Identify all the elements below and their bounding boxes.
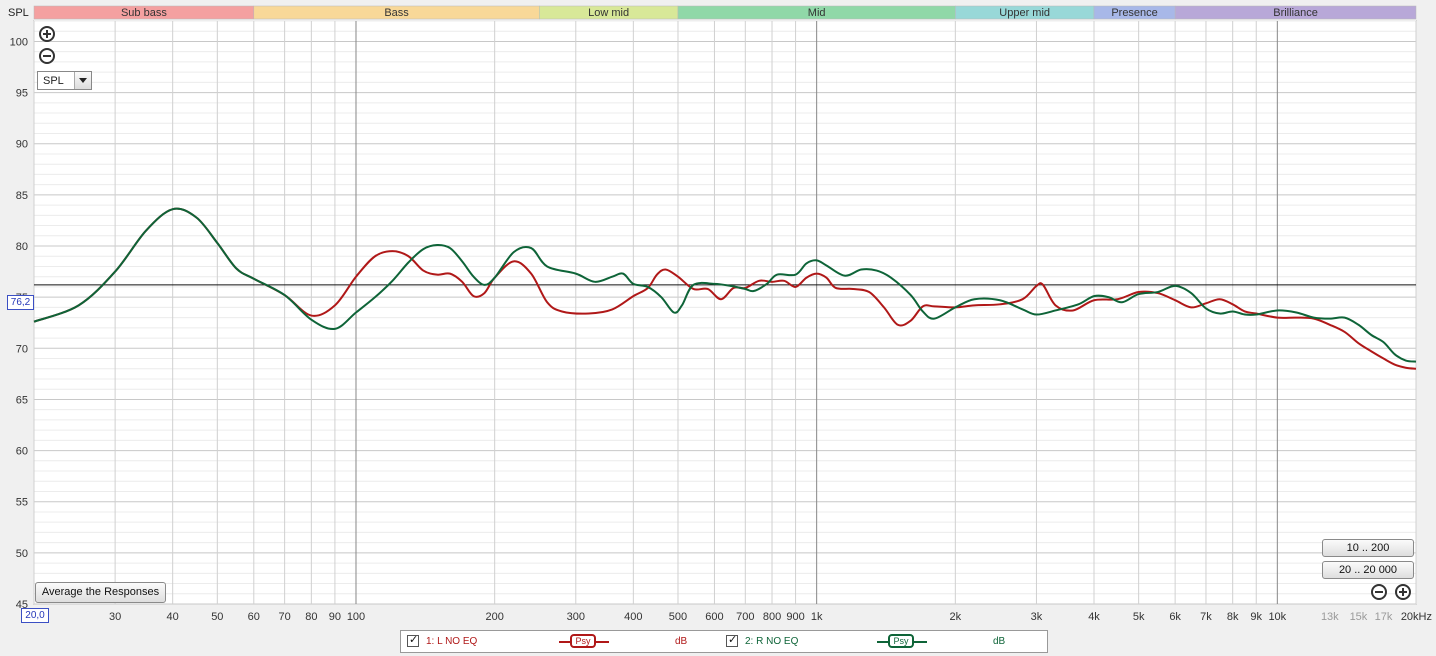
zoom-in-icon[interactable]: [1395, 584, 1411, 600]
x-tick-label: 30: [109, 611, 121, 623]
x-tick-label: 2k: [950, 611, 962, 623]
range-10-200-button[interactable]: 10 .. 200: [1322, 539, 1414, 557]
band-label-3: Mid: [808, 7, 826, 19]
y-axis-labels: 1009590858075706560555045: [10, 36, 28, 611]
x-tick-label: 40: [167, 611, 179, 623]
legend-unit-1: dB: [675, 636, 688, 647]
x-tick-label: 50: [211, 611, 223, 623]
x-tick-label: 17k: [1375, 611, 1393, 623]
x-tick-label: 700: [736, 611, 754, 623]
x-tick-label: 90: [329, 611, 341, 623]
x-tick-label: 20kHz: [1401, 611, 1432, 623]
y-tick-label: 70: [16, 343, 28, 355]
y-tick-label: 90: [16, 139, 28, 151]
x-tick-label: 4k: [1088, 611, 1100, 623]
frequency-response-chart: Sub bass Bass Low mid Mid Upper mid Presence B…: [8, 5, 1432, 623]
x-tick-label: 6k: [1169, 611, 1181, 623]
cursor-value-label: 76,2: [7, 295, 34, 310]
zoom-out-icon[interactable]: [1371, 584, 1387, 600]
legend-unit-2: dB: [993, 636, 1006, 647]
x-tick-label: 80: [305, 611, 317, 623]
x-tick-label: 9k: [1250, 611, 1262, 623]
average-responses-button[interactable]: Average the Responses: [35, 582, 166, 603]
spl-select[interactable]: SPL: [37, 71, 92, 90]
x-tick-label: 600: [705, 611, 723, 623]
x-tick-label: 70: [279, 611, 291, 623]
legend-label-2: 2: R NO EQ: [745, 636, 799, 647]
legend: 1: L NO EQ Psy dB 2: R NO EQ Psy dB: [400, 630, 1048, 653]
frequency-band-bar: Sub bass Bass Low mid Mid Upper mid Presence B…: [33, 5, 1417, 20]
x-tick-label: 500: [669, 611, 687, 623]
x-tick-label: 60: [248, 611, 260, 623]
x-tick-label: 300: [567, 611, 585, 623]
psy-button-2[interactable]: Psy: [888, 634, 914, 648]
y-axis-title: SPL: [8, 7, 29, 19]
y-tick-label: 95: [16, 88, 28, 100]
y-tick-label: 80: [16, 241, 28, 253]
x-tick-label: 900: [786, 611, 804, 623]
psy-button-1[interactable]: Psy: [570, 634, 596, 648]
band-label-0: Sub bass: [121, 7, 167, 19]
band-label-1: Bass: [384, 7, 409, 19]
y-tick-label: 85: [16, 190, 28, 202]
checkbox-series-1[interactable]: [407, 633, 419, 647]
x-tick-label: 3k: [1031, 611, 1043, 623]
y-tick-label: 50: [16, 548, 28, 560]
x-tick-label: 13k: [1321, 611, 1339, 623]
x-tick-label: 100: [347, 611, 365, 623]
x-tick-label: 5k: [1133, 611, 1145, 623]
x-tick-label: 15k: [1350, 611, 1368, 623]
chevron-down-icon[interactable]: [74, 72, 91, 89]
band-label-4: Upper mid: [999, 7, 1050, 19]
x-tick-label: 800: [763, 611, 781, 623]
x-tick-label: 1k: [811, 611, 823, 623]
y-tick-label: 55: [16, 497, 28, 509]
legend-label-1: 1: L NO EQ: [426, 636, 478, 647]
x-tick-label: 7k: [1200, 611, 1212, 623]
x-axis-labels: 30 40 50 60 70 80 90 100 200 300 400 500 600 700 800 90…: [109, 611, 1432, 623]
band-label-2: Low mid: [588, 7, 629, 19]
x-tick-label: 200: [485, 611, 503, 623]
zoom-in-icon[interactable]: [39, 26, 55, 42]
x-tick-label: 10k: [1268, 611, 1286, 623]
checkbox-series-2[interactable]: [726, 633, 738, 647]
zoom-out-icon[interactable]: [39, 48, 55, 64]
plot-area: [33, 20, 1417, 605]
x-tick-label: 8k: [1227, 611, 1239, 623]
x-tick-label: 400: [624, 611, 642, 623]
y-tick-label: 60: [16, 446, 28, 458]
spl-select-value: SPL: [43, 75, 64, 87]
x-min-label: 20,0: [21, 608, 49, 623]
band-label-6: Brilliance: [1273, 7, 1318, 19]
y-tick-label: 65: [16, 394, 28, 406]
y-tick-label: 100: [10, 36, 28, 48]
band-label-5: Presence: [1111, 7, 1157, 19]
range-20-20000-button[interactable]: 20 .. 20 000: [1322, 561, 1414, 579]
